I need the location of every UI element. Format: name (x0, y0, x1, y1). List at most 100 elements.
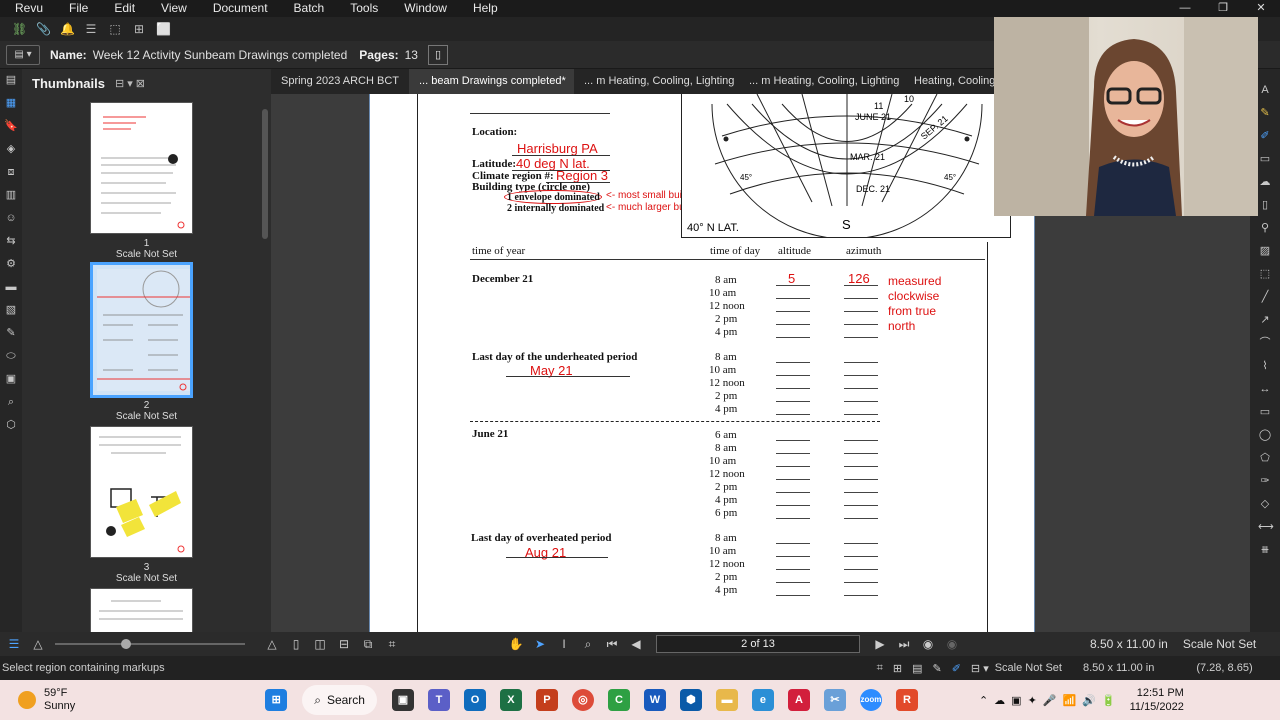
ellipse-icon[interactable]: ◯ (1258, 428, 1272, 442)
hatch-icon[interactable]: ⧻ (1258, 543, 1272, 557)
option-internal[interactable]: 2 internally dominated (507, 203, 604, 214)
page-icon[interactable]: ▯ (427, 44, 448, 65)
polyline-icon[interactable]: ⌇ (1258, 359, 1272, 373)
word-icon[interactable]: W (643, 689, 666, 711)
option-envelope[interactable]: 1 envelope dominated (507, 192, 600, 203)
close-icon[interactable]: ✕ (1242, 0, 1280, 17)
sync-icon[interactable]: ⧉ (356, 637, 380, 652)
snapshot-icon[interactable]: ⬚ (1258, 267, 1272, 281)
settings-icon[interactable]: ⚙ (4, 257, 18, 271)
thumbnail-page-2[interactable] (90, 262, 193, 398)
rectangle-icon[interactable]: ▭ (1258, 405, 1272, 419)
folder-icon[interactable]: ▬ (715, 689, 738, 711)
tab-sunbeam-drawings[interactable]: ... beam Drawings completed*✕ (409, 69, 574, 94)
thumbnail-options-icon[interactable]: ⊟ ▾ ⊠ (115, 77, 145, 90)
signatures-icon[interactable]: ✎ (4, 326, 18, 340)
bell-icon[interactable]: 🔔 (60, 22, 75, 36)
split-vertical-icon[interactable]: ◫ (308, 637, 332, 651)
reuse-icon[interactable]: ✐ (952, 662, 961, 675)
menu-batch[interactable]: Batch (281, 0, 338, 17)
page-indicator-input[interactable]: 2 of 13 (656, 635, 860, 653)
highlight-icon[interactable]: ✎ (1258, 106, 1272, 120)
tags-icon[interactable]: ⬭ (4, 349, 18, 363)
attach-icon[interactable]: 📎 (36, 22, 51, 36)
text-box-icon[interactable]: A (1258, 83, 1272, 97)
powerpoint-icon[interactable]: P (535, 689, 558, 711)
tool-chest-icon[interactable]: ⧈ (4, 165, 18, 179)
menu-edit[interactable]: Edit (101, 0, 148, 17)
thumbnail-page-1[interactable] (90, 102, 193, 234)
status-scale[interactable]: Scale Not Set (995, 662, 1062, 674)
cloud-icon[interactable]: ☁ (1258, 175, 1272, 189)
menu-window[interactable]: Window (391, 0, 460, 17)
edge-icon[interactable]: e (751, 689, 774, 711)
select-icon[interactable]: ⬚ (108, 22, 122, 36)
stamp-icon[interactable]: ▭ (1258, 152, 1272, 166)
snipping-icon[interactable]: ✂ (823, 689, 846, 711)
start-icon[interactable]: ⊞ (265, 689, 288, 711)
tab-heating-cooling-3[interactable]: Heating, Cooling, L (904, 69, 994, 94)
crop-icon[interactable]: ⬜ (156, 22, 171, 36)
zoom-small-icon[interactable]: △ (26, 637, 50, 651)
list-icon[interactable]: ☰ (84, 22, 98, 36)
polygon-icon[interactable]: ⬠ (1258, 451, 1272, 465)
task-view-icon[interactable]: ▣ (391, 689, 414, 711)
tab-heating-cooling-2[interactable]: ... m Heating, Cooling, Lighting (739, 69, 904, 94)
revu-icon[interactable]: R (895, 689, 918, 711)
document-icon[interactable]: ▤ ▾ (6, 44, 40, 65)
teams-icon[interactable]: T (427, 689, 450, 711)
menu-help[interactable]: Help (460, 0, 511, 17)
single-page-icon[interactable]: ▯ (284, 637, 308, 651)
snap-icon[interactable]: ⊞ (893, 662, 902, 675)
thumbnails-scrollbar[interactable] (262, 109, 268, 239)
line-icon[interactable]: ╱ (1258, 290, 1272, 304)
layers-icon[interactable]: ◈ (4, 142, 18, 156)
pen-icon[interactable]: ✐ (1258, 129, 1272, 143)
taskbar-search[interactable]: ⌕ Search (302, 685, 377, 715)
first-page-icon[interactable]: ⏮ (600, 637, 624, 652)
sets-icon[interactable]: ⬡ (4, 418, 18, 432)
markup-icon[interactable]: ✎ (932, 662, 941, 675)
pdf-page[interactable]: Location: Harrisburg PA Latitude: 40 deg… (369, 94, 1035, 632)
nav-scale[interactable]: Scale Not Set (1183, 637, 1256, 651)
chrome-icon[interactable]: ◎ (571, 689, 594, 711)
properties-icon[interactable]: ▥ (4, 188, 18, 202)
camtasia-icon[interactable]: C (607, 689, 630, 711)
forms-icon[interactable]: ▧ (4, 303, 18, 317)
measure-length-icon[interactable]: ⟷ (1258, 520, 1274, 534)
zoom-icon[interactable]: zoom (859, 689, 882, 711)
zoom-large-icon[interactable]: △ (260, 637, 284, 651)
dimension-icon[interactable]: ↔ (1258, 382, 1272, 396)
arc-icon[interactable]: ⌒ (1258, 336, 1272, 350)
back-view-icon[interactable]: ◉ (916, 637, 940, 651)
split-horizontal-icon[interactable]: ⊟ (332, 637, 356, 651)
bookmarks-icon[interactable]: 🔖 (4, 119, 18, 133)
last-page-icon[interactable]: ⏭ (892, 637, 916, 652)
callout-icon[interactable]: ▯ (1258, 198, 1272, 212)
excel-icon[interactable]: X (499, 689, 522, 711)
pen-tool-icon[interactable]: ✑ (1258, 474, 1272, 488)
menu-view[interactable]: View (148, 0, 200, 17)
shield-icon[interactable]: ⬢ (679, 689, 702, 711)
link-icon[interactable]: ⛓ (12, 22, 27, 36)
image-icon[interactable]: ▨ (1258, 244, 1272, 258)
slider-knob[interactable] (121, 639, 131, 649)
thumbnail-size-slider[interactable] (55, 639, 245, 649)
restore-icon[interactable]: ❐ (1204, 0, 1242, 17)
tab-heating-cooling-1[interactable]: ... m Heating, Cooling, Lighting (574, 69, 739, 94)
select-tool-icon[interactable]: ➤ (528, 637, 552, 651)
measure-icon[interactable]: ▬ (4, 280, 18, 294)
menu-document[interactable]: Document (200, 0, 281, 17)
system-tray-icons[interactable]: ⌃☁▣✦🎤📶🔊🔋 (979, 694, 1122, 707)
region-icon[interactable]: ⊞ (132, 22, 146, 36)
thumbnail-page-4[interactable] (90, 588, 193, 632)
prev-page-icon[interactable]: ◀ (624, 637, 648, 651)
compare-icon[interactable]: ⌗ (380, 637, 404, 652)
search-icon[interactable]: ⌕ (4, 395, 18, 409)
weather-widget[interactable]: 59°F Sunny (18, 687, 75, 713)
menu-revu[interactable]: Revu (0, 0, 56, 17)
text-select-icon[interactable]: I (552, 637, 576, 651)
list-view-icon[interactable]: ☰ (2, 637, 26, 651)
forward-view-icon[interactable]: ◉ (940, 637, 964, 651)
pan-tool-icon[interactable]: ✋ (504, 637, 528, 651)
